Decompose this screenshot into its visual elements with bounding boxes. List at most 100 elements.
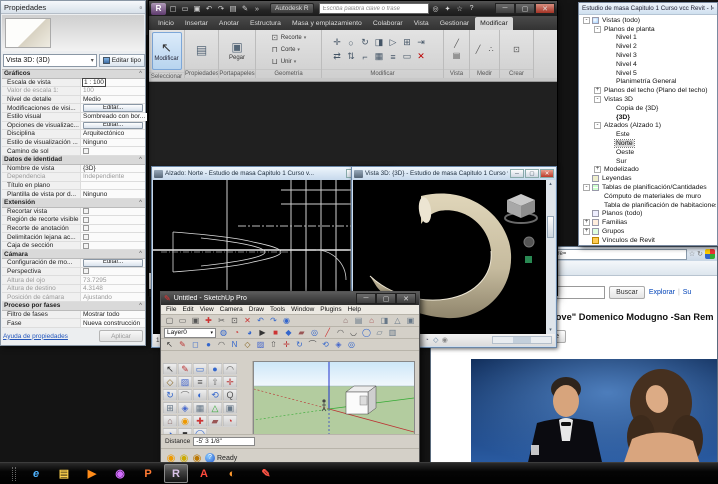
scroll-up-icon[interactable]: ▴ <box>549 180 552 188</box>
tool-icon[interactable]: ◠ <box>223 363 237 375</box>
tree-item[interactable]: - Alzados (Alzado 1) <box>580 122 716 131</box>
property-row[interactable]: Caja de sección ^ <box>2 242 145 251</box>
toolbar-icon[interactable]: ◻ <box>190 340 201 350</box>
taskbar-app-icon[interactable]: R <box>164 464 188 483</box>
refresh-icon[interactable]: ↻ <box>697 250 703 258</box>
tree-expander-icon[interactable]: - <box>594 122 601 129</box>
toolbar-icon[interactable]: ▥ <box>387 328 398 338</box>
property-row[interactable]: Fase Nueva construcción Nueva construcci… <box>2 319 145 328</box>
qat-icon[interactable]: ✎ <box>239 3 251 14</box>
property-checkbox[interactable] <box>83 225 89 231</box>
toolbar-icon[interactable]: ⌂ <box>340 316 351 326</box>
toolbar-icon[interactable]: ◯ <box>361 328 372 338</box>
maximize-button[interactable]: ▢ <box>515 3 535 14</box>
modify-tool-icon[interactable]: ↻ <box>359 36 372 49</box>
youtube-explore-link[interactable]: Explorar <box>649 289 675 296</box>
vista-tool-icon[interactable]: ▤ <box>451 50 462 61</box>
property-row[interactable]: Valor de escala 1: 100 100 ^ <box>2 87 145 96</box>
toolbar-icon[interactable]: ◈ <box>333 340 344 350</box>
tree-item[interactable]: Planimetría General <box>580 78 716 87</box>
qat-icon[interactable]: ↶ <box>203 3 215 14</box>
toolbar-icon[interactable]: ↖ <box>164 340 175 350</box>
toolbar-icon[interactable]: ⌒ <box>307 340 318 350</box>
tree-item[interactable]: Este <box>580 130 716 139</box>
tool-icon[interactable]: ✚ <box>193 415 207 427</box>
tree-item[interactable]: Nivel 5 <box>580 69 716 78</box>
tree-item[interactable]: {3D} <box>580 113 716 122</box>
tree-expander-icon[interactable]: + <box>594 166 601 173</box>
property-row[interactable]: Región de recorte visible ^ <box>2 216 145 225</box>
qat-icon[interactable]: ▣ <box>191 3 203 14</box>
tool-icon[interactable]: ⊞ <box>163 402 177 414</box>
toolbar-icon[interactable]: ▣ <box>190 316 201 326</box>
view-control-icon[interactable]: ◉ <box>440 336 449 345</box>
ribbon-tab[interactable]: Vista <box>409 17 434 30</box>
tree-item[interactable]: Nivel 1 <box>580 34 716 43</box>
toolbar-icon[interactable]: ⌂ <box>366 316 377 326</box>
property-row[interactable]: Delimitación lejana ac... ^ <box>2 233 145 242</box>
tree-item[interactable]: Nivel 2 <box>580 42 716 51</box>
property-checkbox[interactable] <box>83 234 89 240</box>
tree-item[interactable]: Norte <box>580 139 716 148</box>
toolbar-icon[interactable]: ✛ <box>281 340 292 350</box>
horizontal-scrollbar[interactable] <box>492 336 552 344</box>
close-button[interactable]: ✕ <box>540 169 554 178</box>
property-row[interactable]: Configuración de mo... Editar... Editar.… <box>2 259 145 268</box>
ribbon-tab[interactable]: Inicio <box>153 17 179 30</box>
view-control-icon[interactable]: ◇ <box>431 336 440 345</box>
tool-icon[interactable]: ▣ <box>223 402 237 414</box>
modify-tool-icon[interactable]: ○ <box>345 36 358 49</box>
edit-type-button[interactable]: Editar tipo <box>99 54 145 67</box>
taskbar-app-icon[interactable]: A <box>192 464 216 483</box>
property-row[interactable]: Escala de vista 1 : 100 1 : 100 ^ <box>2 79 145 88</box>
favorites-star-icon[interactable]: ☆ <box>689 250 695 258</box>
taskbar-app-icon[interactable]: e <box>24 464 48 483</box>
toolbar-icon[interactable]: ◎ <box>346 340 357 350</box>
palette-pin-icon[interactable]: ▫ <box>139 3 142 12</box>
toolbar-icon[interactable]: ▣ <box>405 316 416 326</box>
ribbon-tab[interactable]: Gestionar <box>435 17 474 30</box>
property-row[interactable]: Altura del ojo 73.7295 73.7295 ^ <box>2 276 145 285</box>
layer-combo[interactable]: Layer0▾ <box>164 328 216 338</box>
toolbar-icon[interactable]: ↻ <box>294 340 305 350</box>
toolbar-icon[interactable]: ● <box>203 340 214 350</box>
tool-icon[interactable]: ▨ <box>178 376 192 388</box>
youtube-upload-link[interactable]: Su <box>683 289 692 296</box>
property-checkbox[interactable] <box>83 268 89 274</box>
menu-item[interactable]: View <box>200 306 214 313</box>
toolbar-icon[interactable]: ◆ <box>283 328 294 338</box>
property-checkbox[interactable] <box>83 243 89 249</box>
property-row[interactable]: Cámara ^ <box>2 250 145 259</box>
toolbar-icon[interactable]: ╱ <box>322 328 333 338</box>
tree-item[interactable]: Tabla de planificación de habitaciones <box>580 201 716 210</box>
geometry-tool[interactable]: ⊓Corte▾ <box>271 44 307 55</box>
tree-item[interactable]: - Vistas (todo) <box>580 16 716 25</box>
menu-item[interactable]: Camera <box>220 306 243 313</box>
tree-expander-icon[interactable]: - <box>594 26 601 33</box>
property-row[interactable]: Extensión ^ <box>2 199 145 208</box>
tree-item[interactable]: + Grupos <box>580 227 716 236</box>
property-row[interactable]: Título en plano ^ <box>2 182 145 191</box>
property-checkbox[interactable] <box>83 208 89 214</box>
apply-button[interactable]: Aplicar <box>99 330 143 342</box>
toolbar-icon[interactable]: ◔ <box>231 328 242 338</box>
toolbar-icon[interactable]: ◍ <box>218 328 229 338</box>
palette-pin-icon[interactable]: ▫ <box>712 5 714 12</box>
close-button[interactable]: ✕ <box>396 293 416 304</box>
toolbar-icon[interactable]: ▶ <box>257 328 268 338</box>
tree-item[interactable]: - Planos de planta <box>580 25 716 34</box>
vertical-scrollbar[interactable]: ▴ ▾ <box>546 180 555 334</box>
tree-item[interactable]: Leyendas <box>580 174 716 183</box>
tree-item[interactable]: Vínculos de Revit <box>580 236 716 244</box>
modify-tool-icon[interactable]: ◨ <box>373 36 386 49</box>
toolbar-icon[interactable]: ◠ <box>335 328 346 338</box>
view-control-icon[interactable]: ◔ <box>422 336 431 345</box>
property-row[interactable]: Modificaciones de visi... Editar... Edit… <box>2 104 145 113</box>
toolbar-icon[interactable]: ▰ <box>296 328 307 338</box>
property-row[interactable]: Recorte de anotación ^ <box>2 225 145 234</box>
tool-icon[interactable]: ↻ <box>163 389 177 401</box>
tool-icon[interactable]: Q <box>223 389 237 401</box>
tree-item[interactable]: Sur <box>580 157 716 166</box>
maximize-button[interactable]: ▢ <box>376 293 396 304</box>
property-checkbox[interactable] <box>83 217 89 223</box>
